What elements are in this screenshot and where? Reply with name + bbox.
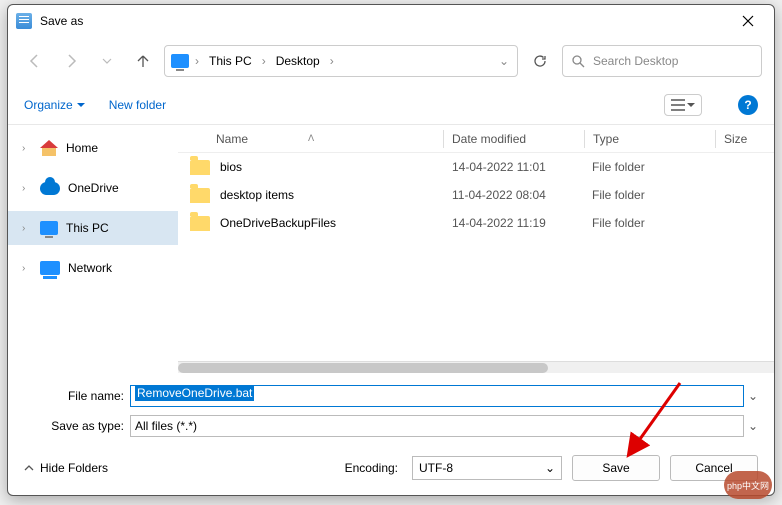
- saveastype-label: Save as type:: [20, 419, 130, 433]
- column-name[interactable]: Name: [216, 132, 248, 146]
- file-name: desktop items: [220, 188, 452, 202]
- search-icon: [571, 54, 585, 68]
- footer: Hide Folders Encoding: UTF-8 ⌄ Save Canc…: [8, 447, 774, 495]
- encoding-label: Encoding:: [345, 461, 398, 475]
- toolbar: Organize New folder ?: [8, 85, 774, 125]
- column-date[interactable]: Date modified: [444, 132, 584, 146]
- sidebar-item-label: This PC: [66, 221, 109, 235]
- filename-value: RemoveOneDrive.bat: [135, 385, 254, 401]
- body: › Home › OneDrive › This PC › Network: [8, 125, 774, 373]
- chevron-down-icon[interactable]: ⌄: [497, 54, 511, 68]
- encoding-value: UTF-8: [419, 461, 545, 475]
- breadcrumb[interactable]: › This PC › Desktop › ⌄: [164, 45, 518, 77]
- filename-label: File name:: [20, 389, 130, 403]
- new-folder-button[interactable]: New folder: [109, 98, 166, 112]
- network-icon: [40, 261, 60, 275]
- bottom-form: File name: RemoveOneDrive.bat ⌄ Save as …: [8, 373, 774, 447]
- save-button[interactable]: Save: [572, 455, 660, 481]
- folder-icon: [190, 216, 210, 231]
- help-button[interactable]: ?: [738, 95, 758, 115]
- sidebar-item-label: Network: [68, 261, 112, 275]
- this-pc-icon: [40, 221, 58, 235]
- saveastype-value: All files (*.*): [135, 419, 197, 433]
- back-button[interactable]: [20, 46, 50, 76]
- file-area: Name ᐱ Date modified Type Size bios 14-0…: [178, 125, 774, 373]
- this-pc-icon: [171, 54, 189, 68]
- sidebar: › Home › OneDrive › This PC › Network: [8, 125, 178, 373]
- file-name: OneDriveBackupFiles: [220, 216, 452, 230]
- close-button[interactable]: [728, 7, 768, 35]
- chevron-up-icon: [24, 463, 34, 473]
- folder-icon: [190, 188, 210, 203]
- column-header: Name ᐱ Date modified Type Size: [178, 125, 774, 153]
- column-type[interactable]: Type: [585, 132, 715, 146]
- chevron-right-icon[interactable]: ›: [193, 54, 201, 68]
- organize-menu[interactable]: Organize: [24, 98, 85, 112]
- scrollbar-thumb[interactable]: [178, 363, 548, 373]
- file-name: bios: [220, 160, 452, 174]
- list-view-icon: [671, 99, 685, 111]
- chevron-right-icon[interactable]: ›: [22, 223, 32, 234]
- sidebar-item-this-pc[interactable]: › This PC: [8, 211, 178, 245]
- file-row[interactable]: desktop items 11-04-2022 08:04 File fold…: [178, 181, 774, 209]
- title-text: Save as: [40, 14, 728, 28]
- chevron-right-icon[interactable]: ›: [22, 183, 32, 194]
- chevron-right-icon[interactable]: ›: [22, 143, 32, 154]
- search-placeholder: Search Desktop: [593, 54, 678, 68]
- file-row[interactable]: OneDriveBackupFiles 14-04-2022 11:19 Fil…: [178, 209, 774, 237]
- file-type: File folder: [592, 216, 722, 230]
- filename-input[interactable]: RemoveOneDrive.bat: [130, 385, 744, 407]
- view-options-button[interactable]: [664, 94, 702, 116]
- sidebar-item-label: Home: [66, 141, 98, 155]
- up-button[interactable]: [128, 46, 158, 76]
- folder-icon: [190, 160, 210, 175]
- hide-folders-button[interactable]: Hide Folders: [24, 461, 108, 475]
- search-input[interactable]: Search Desktop: [562, 45, 762, 77]
- breadcrumb-this-pc[interactable]: This PC: [205, 52, 256, 70]
- watermark: php中文网: [724, 471, 772, 499]
- file-list[interactable]: bios 14-04-2022 11:01 File folder deskto…: [178, 153, 774, 361]
- chevron-down-icon[interactable]: ⌄: [744, 419, 762, 433]
- nav-bar: › This PC › Desktop › ⌄ Search Desktop: [8, 37, 774, 85]
- refresh-button[interactable]: [524, 45, 556, 77]
- chevron-right-icon[interactable]: ›: [22, 263, 32, 274]
- chevron-down-icon: [687, 101, 695, 109]
- file-date: 14-04-2022 11:01: [452, 160, 592, 174]
- sidebar-item-home[interactable]: › Home: [8, 131, 178, 165]
- chevron-right-icon[interactable]: ›: [260, 54, 268, 68]
- chevron-down-icon: ⌄: [545, 461, 555, 475]
- sort-indicator-icon: ᐱ: [308, 133, 314, 144]
- chevron-down-icon[interactable]: ⌄: [744, 389, 762, 403]
- save-as-dialog: Save as › This PC › Desktop › ⌄: [7, 4, 775, 496]
- recent-dropdown[interactable]: [92, 46, 122, 76]
- file-type: File folder: [592, 160, 722, 174]
- titlebar: Save as: [8, 5, 774, 37]
- cloud-icon: [40, 182, 60, 195]
- saveastype-select[interactable]: All files (*.*): [130, 415, 744, 437]
- sidebar-item-label: OneDrive: [68, 181, 119, 195]
- home-icon: [40, 140, 58, 156]
- forward-button[interactable]: [56, 46, 86, 76]
- file-type: File folder: [592, 188, 722, 202]
- horizontal-scrollbar[interactable]: [178, 361, 774, 373]
- file-date: 11-04-2022 08:04: [452, 188, 592, 202]
- sidebar-item-network[interactable]: › Network: [8, 251, 178, 285]
- sidebar-item-onedrive[interactable]: › OneDrive: [8, 171, 178, 205]
- chevron-right-icon[interactable]: ›: [328, 54, 336, 68]
- app-icon: [16, 13, 32, 29]
- file-row[interactable]: bios 14-04-2022 11:01 File folder: [178, 153, 774, 181]
- breadcrumb-desktop[interactable]: Desktop: [272, 52, 324, 70]
- encoding-select[interactable]: UTF-8 ⌄: [412, 456, 562, 480]
- column-size[interactable]: Size: [716, 132, 774, 146]
- file-date: 14-04-2022 11:19: [452, 216, 592, 230]
